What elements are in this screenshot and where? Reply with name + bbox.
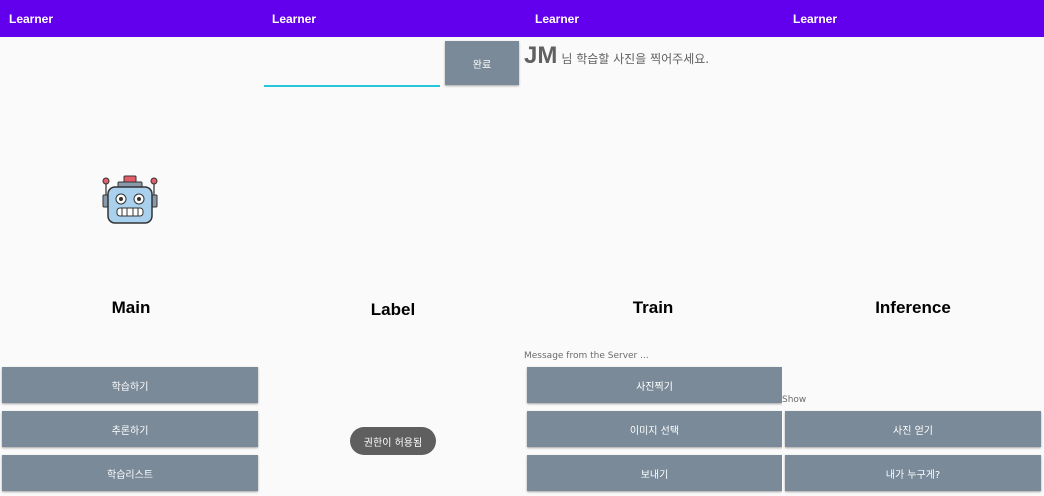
app-title-label: Learner — [272, 12, 317, 26]
show-label: Show — [782, 395, 807, 405]
inference-button[interactable]: 추론하기 — [2, 411, 258, 447]
app-bar: Learner Learner Learner Learner — [0, 0, 1044, 37]
done-button[interactable]: 완료 — [445, 41, 519, 85]
guess-who-button[interactable]: 내가 누구게? — [785, 455, 1041, 491]
get-photo-button[interactable]: 사진 얻기 — [785, 411, 1041, 447]
label-name-input[interactable] — [264, 63, 440, 87]
main-screen: Main 학습하기 추론하기 학습리스트 — [0, 37, 262, 496]
train-screen: Train Message from the Server ... 사진찍기 이… — [524, 37, 782, 496]
send-button[interactable]: 보내기 — [527, 455, 782, 491]
toast-message: 권한이 허용됨 — [350, 427, 436, 455]
app-title-train: Learner — [535, 12, 580, 26]
page-title: Main — [111, 298, 151, 317]
inference-screen: Inference Show 사진 얻기 내가 누구게? — [782, 37, 1044, 496]
train-list-button[interactable]: 학습리스트 — [2, 455, 258, 491]
server-message: Message from the Server ... — [524, 351, 649, 361]
app-title-main: Learner — [9, 12, 54, 26]
app-title-inference: Learner — [793, 12, 838, 26]
label-screen: 완료 Label 권한이 허용됨 — [262, 37, 524, 496]
page-title: Label — [370, 300, 416, 319]
robot-icon — [102, 175, 158, 224]
select-image-button[interactable]: 이미지 선택 — [527, 411, 782, 447]
page-title: Train — [632, 298, 674, 317]
take-photo-button[interactable]: 사진찍기 — [527, 367, 782, 403]
train-button[interactable]: 학습하기 — [2, 367, 258, 403]
page-title: Inference — [875, 298, 951, 317]
